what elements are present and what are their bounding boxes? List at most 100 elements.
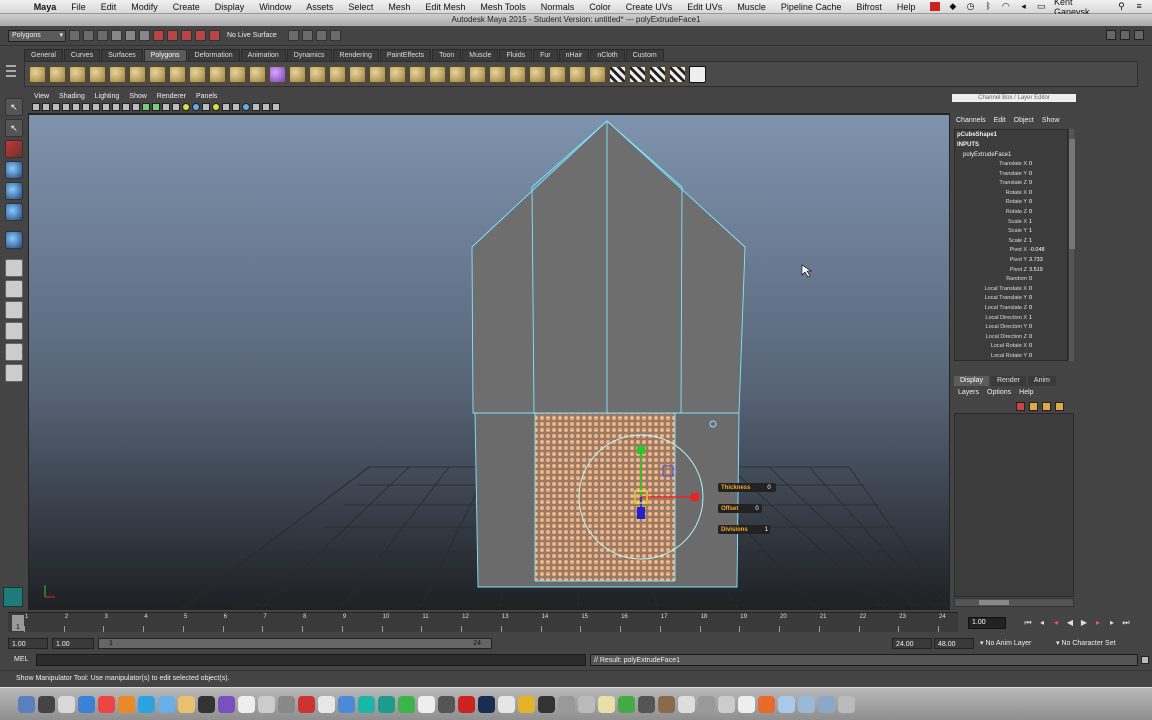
shelf-tab-dynamics[interactable]: Dynamics bbox=[286, 49, 332, 61]
shelf-tab-muscle[interactable]: Muscle bbox=[462, 49, 499, 61]
channel-value[interactable]: 0 bbox=[1029, 170, 1067, 180]
bookmarks-icon[interactable] bbox=[52, 103, 60, 111]
channel-row[interactable]: Translate Y0 bbox=[955, 170, 1067, 180]
command-language-label[interactable]: MEL bbox=[14, 656, 28, 663]
range-slider[interactable]: 1 24 bbox=[98, 638, 492, 649]
channel-value[interactable]: 0 bbox=[1029, 208, 1067, 218]
volume-icon[interactable]: ◂ bbox=[1019, 2, 1029, 11]
firefox-icon[interactable] bbox=[118, 695, 135, 713]
anti-aliasing-icon[interactable] bbox=[222, 103, 230, 111]
channel-row[interactable]: Rotate Y0 bbox=[955, 198, 1067, 208]
extract-icon[interactable] bbox=[289, 65, 306, 83]
scale-tool-icon[interactable] bbox=[5, 203, 23, 221]
filezilla-icon[interactable] bbox=[458, 695, 475, 713]
poly-pipe-icon[interactable] bbox=[189, 65, 206, 83]
applications-folder-icon[interactable] bbox=[818, 695, 835, 713]
maya-icon[interactable] bbox=[358, 695, 375, 713]
layer-list-scrollbar[interactable] bbox=[954, 598, 1074, 607]
mail-icon[interactable] bbox=[158, 695, 175, 713]
uv-editor-icon[interactable] bbox=[689, 65, 706, 83]
film-gate-icon[interactable] bbox=[82, 103, 90, 111]
channel-name[interactable]: Rotate Y bbox=[955, 198, 1029, 208]
channel-name[interactable]: Scale X bbox=[955, 218, 1029, 228]
stamp-icon[interactable] bbox=[658, 695, 675, 713]
safari-icon[interactable] bbox=[78, 695, 95, 713]
menu-edit-mesh[interactable]: Edit Mesh bbox=[425, 2, 465, 12]
channel-value[interactable]: 0 bbox=[1029, 333, 1067, 343]
notification-center-icon[interactable]: ≡ bbox=[1134, 2, 1144, 11]
menu-select[interactable]: Select bbox=[348, 2, 373, 12]
render-view-icon[interactable] bbox=[287, 30, 299, 41]
poly-sphere-icon[interactable] bbox=[29, 65, 46, 83]
hypershade-layout-icon[interactable] bbox=[5, 343, 23, 361]
channel-row[interactable]: Scale X1 bbox=[955, 218, 1067, 228]
cylindrical-mapping-icon[interactable] bbox=[629, 65, 646, 83]
poly-cone-icon[interactable] bbox=[89, 65, 106, 83]
menu-maya[interactable]: Maya bbox=[34, 2, 57, 12]
render-settings-icon[interactable] bbox=[329, 30, 341, 41]
delete-layer-icon[interactable] bbox=[1016, 402, 1025, 411]
calendar-icon[interactable] bbox=[238, 695, 255, 713]
layer-tab-anim[interactable]: Anim bbox=[1027, 376, 1056, 386]
menu-modify[interactable]: Modify bbox=[131, 2, 158, 12]
create-layer-from-selected-icon[interactable] bbox=[1055, 402, 1064, 411]
layer-menu-help[interactable]: Help bbox=[1019, 389, 1033, 396]
anim-layer-select[interactable]: ▾ No Anim Layer bbox=[980, 639, 1031, 647]
channel-name[interactable]: Pivot Z bbox=[955, 266, 1029, 276]
channel-value[interactable]: 0 bbox=[1029, 323, 1067, 333]
hud-offset[interactable]: Offset 0 bbox=[718, 504, 762, 513]
poly-prism-icon[interactable] bbox=[149, 65, 166, 83]
photoshop-icon[interactable] bbox=[478, 695, 495, 713]
play-backwards-icon[interactable]: ◀ bbox=[1064, 617, 1076, 629]
layer-list[interactable] bbox=[954, 413, 1074, 597]
save-scene-icon[interactable] bbox=[97, 30, 108, 41]
menu-pipeline-cache[interactable]: Pipeline Cache bbox=[781, 2, 842, 12]
blender-icon[interactable] bbox=[758, 695, 775, 713]
channel-value[interactable]: 0 bbox=[1029, 285, 1067, 295]
new-scene-icon[interactable] bbox=[69, 30, 80, 41]
shelf-tab-custom[interactable]: Custom bbox=[625, 49, 664, 61]
channel-name[interactable]: Local Direction Z bbox=[955, 333, 1029, 343]
channel-row[interactable]: Translate Z0 bbox=[955, 179, 1067, 189]
snap-curve-icon[interactable] bbox=[167, 30, 178, 41]
wedge-icon[interactable] bbox=[589, 65, 606, 83]
go-to-end-icon[interactable]: ⏭ bbox=[1120, 617, 1132, 629]
custom-tool-icon[interactable] bbox=[3, 587, 23, 607]
hud-thickness-value[interactable]: 0 bbox=[763, 485, 774, 491]
layer-menu-layers[interactable]: Layers bbox=[958, 389, 979, 396]
panel-menu-panels[interactable]: Panels bbox=[196, 93, 217, 100]
app-window-icon[interactable] bbox=[578, 695, 595, 713]
menu-assets[interactable]: Assets bbox=[306, 2, 333, 12]
channel-name[interactable]: Pivot Y bbox=[955, 256, 1029, 266]
channel-value[interactable]: 0 bbox=[1029, 294, 1067, 304]
imovie-icon[interactable] bbox=[218, 695, 235, 713]
screen-space-ao-icon[interactable] bbox=[202, 103, 210, 111]
channel-row[interactable]: Local Translate X0 bbox=[955, 285, 1067, 295]
shelf-tab-polygons[interactable]: Polygons bbox=[143, 49, 187, 61]
go-to-start-icon[interactable]: ⏮ bbox=[1022, 617, 1034, 629]
menu-bifrost[interactable]: Bifrost bbox=[856, 2, 882, 12]
snap-view-plane-icon[interactable] bbox=[195, 30, 206, 41]
unity-icon[interactable] bbox=[538, 695, 555, 713]
channel-row[interactable]: Pivot Y 3.733 bbox=[955, 256, 1067, 266]
shelf-tab-surfaces[interactable]: Surfaces bbox=[101, 49, 143, 61]
spotlight-search-icon[interactable]: ⚲ bbox=[1117, 2, 1127, 11]
channel-row[interactable]: Local Translate Z0 bbox=[955, 304, 1067, 314]
camtasia-icon[interactable] bbox=[398, 695, 415, 713]
channel-name[interactable]: Local Translate Z bbox=[955, 304, 1029, 314]
channel-value[interactable]: 0 bbox=[1029, 189, 1067, 199]
poke-icon[interactable] bbox=[569, 65, 586, 83]
channel-row[interactable]: Pivot Z 3.519 bbox=[955, 266, 1067, 276]
channel-row[interactable]: Rotate Z0 bbox=[955, 208, 1067, 218]
xray-icon[interactable] bbox=[252, 103, 260, 111]
shelf-tab-fluids[interactable]: Fluids bbox=[499, 49, 533, 61]
camera-attributes-icon[interactable] bbox=[42, 103, 50, 111]
finder-icon[interactable] bbox=[18, 695, 35, 713]
single-perspective-layout-icon[interactable] bbox=[5, 259, 23, 277]
render-current-frame-icon[interactable] bbox=[301, 30, 313, 41]
system-preferences-icon[interactable] bbox=[58, 695, 75, 713]
show-channel-box-icon[interactable] bbox=[1134, 30, 1144, 40]
channel-row[interactable]: Pivot X -0.048 bbox=[955, 246, 1067, 256]
wireframe-on-shaded-icon[interactable] bbox=[162, 103, 170, 111]
manipulator-tool-icon[interactable] bbox=[5, 231, 23, 249]
